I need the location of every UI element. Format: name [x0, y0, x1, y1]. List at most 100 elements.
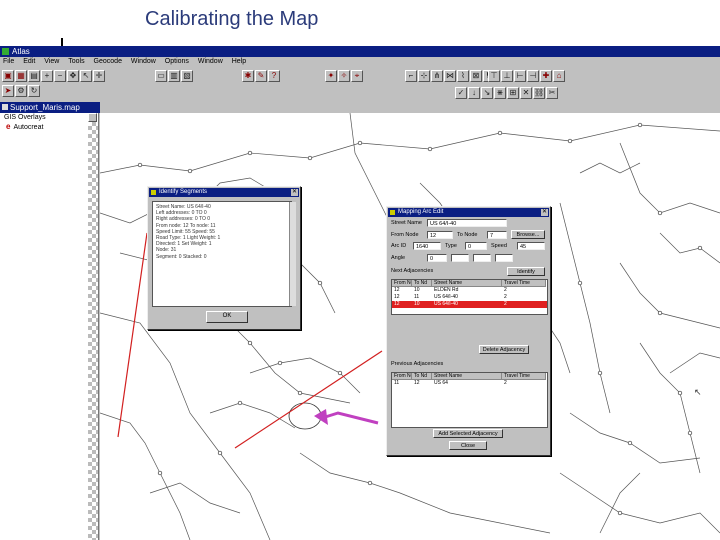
ok-button[interactable]: OK: [206, 311, 248, 323]
open-icon[interactable]: ▣: [2, 70, 14, 82]
turn-icon[interactable]: ⊤: [488, 70, 500, 82]
save-icon[interactable]: ▦: [15, 70, 27, 82]
scroll-track[interactable]: [88, 122, 98, 540]
query-icon[interactable]: ✱: [242, 70, 254, 82]
grid-icon[interactable]: ⊞: [507, 87, 519, 99]
scroll-up-button[interactable]: [88, 113, 97, 122]
split-icon[interactable]: ⋔: [431, 70, 443, 82]
col-to: To Nd: [412, 373, 432, 380]
link-icon[interactable]: ⛓: [533, 87, 545, 99]
node-icon[interactable]: ✦: [325, 70, 337, 82]
table-row[interactable]: 11 12 US 64 2: [392, 380, 547, 387]
cut-icon[interactable]: ✂: [546, 87, 558, 99]
menu-help[interactable]: Help: [232, 58, 246, 65]
menu-view[interactable]: View: [44, 58, 59, 65]
type-label: Type: [445, 243, 457, 249]
pan-icon[interactable]: ✥: [67, 70, 79, 82]
speed-field[interactable]: 45: [517, 242, 545, 250]
cross-icon[interactable]: ✕: [520, 87, 532, 99]
next-adjacency-table: From Nd To Nd Street Name Travel Time 12…: [391, 279, 548, 315]
menu-tools[interactable]: Tools: [68, 58, 84, 65]
table-row-selected[interactable]: 12 10 US 64/I-40 2: [392, 301, 547, 308]
annotation-arrow-left: [117, 232, 148, 438]
menu-window-2[interactable]: Window: [198, 58, 223, 65]
angle-field-2[interactable]: [451, 254, 469, 262]
angle-field-4[interactable]: [495, 254, 513, 262]
incident-icon[interactable]: ✚: [540, 70, 552, 82]
select-icon[interactable]: ↖: [80, 70, 92, 82]
barrier-icon[interactable]: ⊣: [527, 70, 539, 82]
previous-adjacency-table: From Nd To Nd Street Name Travel Time 11…: [391, 372, 548, 428]
arc-id-field[interactable]: 1640: [413, 242, 441, 250]
join-icon[interactable]: ⋈: [444, 70, 456, 82]
menu-options[interactable]: Options: [165, 58, 189, 65]
delete-arc-icon[interactable]: ⊠: [470, 70, 482, 82]
run-icon[interactable]: ➤: [2, 85, 14, 97]
cell: 12: [414, 380, 420, 386]
identify-segments-dialog: Identify Segments ✕ Street Name: US 64/I…: [147, 186, 301, 330]
type-field[interactable]: 0: [465, 242, 487, 250]
route-icon[interactable]: ⊥: [501, 70, 513, 82]
move-icon[interactable]: ✛: [93, 70, 105, 82]
close-icon[interactable]: ✕: [291, 189, 298, 196]
arrow-diag-icon[interactable]: ↘: [481, 87, 493, 99]
refresh-icon[interactable]: ↻: [28, 85, 40, 97]
col-to: To Nd: [412, 280, 432, 287]
cell: 2: [504, 380, 507, 386]
cell: 10: [414, 287, 420, 293]
cell: 11: [394, 380, 400, 386]
menu-edit[interactable]: Edit: [23, 58, 35, 65]
zoom-in-icon[interactable]: +: [41, 70, 53, 82]
panel-header: GIS Overlays: [4, 114, 46, 121]
reshape-icon[interactable]: ⌇: [457, 70, 469, 82]
stop-icon[interactable]: ⊢: [514, 70, 526, 82]
angle-field[interactable]: 0: [427, 254, 447, 262]
angle-field-3[interactable]: [473, 254, 491, 262]
add-adjacency-button[interactable]: Add Selected Adjacency: [433, 429, 503, 438]
identify-button[interactable]: Identify: [507, 267, 545, 276]
info-icon[interactable]: ?: [268, 70, 280, 82]
cell: 10: [414, 301, 420, 307]
table-icon[interactable]: ▥: [168, 70, 180, 82]
menu-window[interactable]: Window: [131, 58, 156, 65]
col-street: Street Name: [432, 373, 502, 380]
menu-file[interactable]: File: [3, 58, 14, 65]
cell: 11: [414, 294, 420, 300]
menu-geocode[interactable]: Geocode: [94, 58, 122, 65]
close-button[interactable]: Close: [449, 441, 487, 450]
edit-arc-icon[interactable]: ⌐: [405, 70, 417, 82]
arrow-down-icon[interactable]: ↓: [468, 87, 480, 99]
table-row[interactable]: 12 10 ELDEN Rd 2: [392, 287, 547, 294]
network-icon[interactable]: ⋇: [494, 87, 506, 99]
edit-node-icon[interactable]: ⊹: [418, 70, 430, 82]
overlay-item[interactable]: e Autocreat: [0, 122, 98, 132]
delete-adjacency-button[interactable]: Delete Adjacency: [479, 345, 529, 354]
settings-icon[interactable]: ⚙: [15, 85, 27, 97]
arc-icon[interactable]: ✧: [338, 70, 350, 82]
cell: 12: [394, 294, 400, 300]
check-icon[interactable]: ✓: [455, 87, 467, 99]
app-icon: [2, 48, 9, 55]
measure-icon[interactable]: ⌖: [351, 70, 363, 82]
layer-icon[interactable]: ▭: [155, 70, 167, 82]
to-node-field[interactable]: 7: [487, 231, 507, 239]
close-icon[interactable]: ✕: [541, 209, 548, 216]
identify-dialog-title: Identify Segments: [159, 189, 208, 195]
legend-icon[interactable]: ▧: [181, 70, 193, 82]
to-node-label: To Node: [457, 232, 478, 238]
cell: 12: [394, 301, 400, 307]
print-icon[interactable]: ▤: [28, 70, 40, 82]
table-header: From Nd To Nd Street Name Travel Time: [392, 280, 547, 287]
table-row[interactable]: 12 11 US 64/I-40 2: [392, 294, 547, 301]
col-from: From Nd: [392, 373, 412, 380]
app-title: Atlas: [12, 47, 30, 56]
label-icon[interactable]: ✎: [255, 70, 267, 82]
col-street: Street Name: [432, 280, 502, 287]
browse-button[interactable]: Browse...: [511, 230, 545, 239]
street-name-field[interactable]: US 64/I-40: [427, 219, 507, 227]
svg-text:↖: ↖: [694, 388, 702, 398]
info-scrollbar[interactable]: [289, 202, 296, 306]
station-icon[interactable]: ⌂: [553, 70, 565, 82]
zoom-out-icon[interactable]: −: [54, 70, 66, 82]
from-node-field[interactable]: 12: [427, 231, 453, 239]
